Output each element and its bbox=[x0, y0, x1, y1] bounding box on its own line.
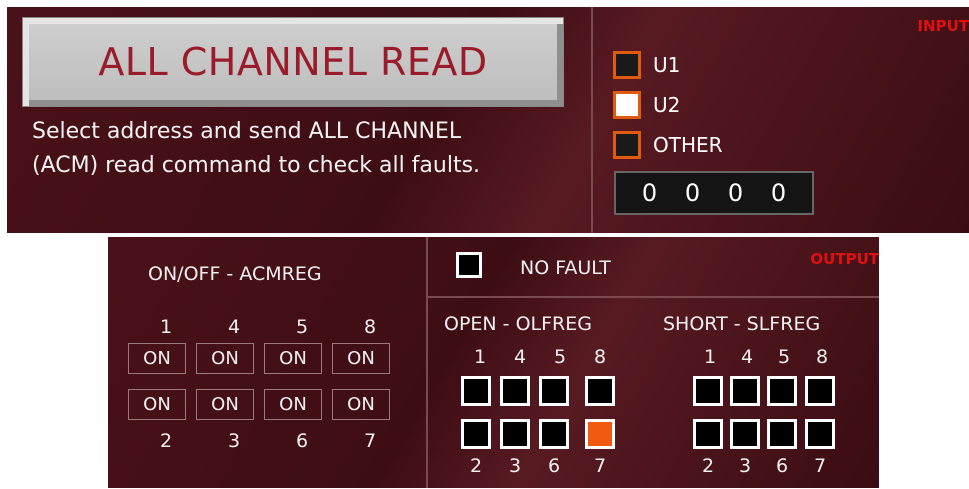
open-top-number: 1 bbox=[473, 346, 487, 368]
open-top-number: 5 bbox=[553, 346, 567, 368]
output-label: OUTPUT bbox=[810, 250, 879, 268]
short-top-number: 8 bbox=[815, 346, 829, 368]
input-panel: ALL CHANNEL READ Select address and send… bbox=[7, 7, 969, 233]
short-bottom-number: 7 bbox=[813, 455, 827, 477]
u2-checkbox[interactable] bbox=[613, 91, 641, 119]
open-bottom-number: 3 bbox=[508, 455, 522, 477]
acm-toggle-1[interactable]: ON bbox=[128, 343, 186, 374]
short-indicator-3 bbox=[730, 419, 760, 449]
option-u1[interactable]: U1 bbox=[613, 51, 680, 79]
acm-bottom-number: 2 bbox=[159, 430, 173, 452]
panel-divider bbox=[591, 7, 593, 233]
short-top-number: 4 bbox=[740, 346, 754, 368]
address-digit: 0 bbox=[641, 179, 658, 207]
input-label: INPUT bbox=[917, 17, 969, 35]
output-panel: ON/OFF - ACMREG 1 4 5 8 ON ON ON ON ON O… bbox=[108, 237, 879, 488]
open-indicator-3 bbox=[500, 419, 530, 449]
address-digit: 0 bbox=[770, 179, 787, 207]
acm-bottom-number: 6 bbox=[295, 430, 309, 452]
short-indicator-2 bbox=[693, 419, 723, 449]
acm-toggle-7[interactable]: ON bbox=[332, 389, 390, 420]
open-indicator-1 bbox=[461, 376, 491, 406]
acm-toggle-6[interactable]: ON bbox=[264, 389, 322, 420]
open-bottom-number: 7 bbox=[593, 455, 607, 477]
option-u2[interactable]: U2 bbox=[613, 91, 680, 119]
acm-toggle-2[interactable]: ON bbox=[128, 389, 186, 420]
open-indicator-7 bbox=[585, 419, 615, 449]
address-input[interactable]: 0 0 0 0 bbox=[614, 171, 814, 215]
acm-toggle-3[interactable]: ON bbox=[196, 389, 254, 420]
open-olfreg-title: OPEN - OLFREG bbox=[444, 313, 592, 335]
section-divider bbox=[428, 296, 879, 298]
short-indicator-7 bbox=[805, 419, 835, 449]
open-indicator-4 bbox=[500, 376, 530, 406]
description-line-2: (ACM) read command to check all faults. bbox=[32, 153, 481, 178]
all-channel-read-button[interactable]: ALL CHANNEL READ bbox=[22, 17, 564, 107]
open-indicator-5 bbox=[539, 376, 569, 406]
acmreg-title: ON/OFF - ACMREG bbox=[148, 263, 322, 285]
short-indicator-4 bbox=[730, 376, 760, 406]
short-indicator-8 bbox=[805, 376, 835, 406]
u1-label: U1 bbox=[653, 53, 681, 77]
short-slfreg-title: SHORT - SLFREG bbox=[663, 313, 821, 335]
other-label: OTHER bbox=[653, 133, 723, 157]
short-indicator-6 bbox=[767, 419, 797, 449]
open-top-number: 4 bbox=[513, 346, 527, 368]
short-bottom-number: 3 bbox=[738, 455, 752, 477]
section-divider bbox=[426, 237, 428, 488]
option-other[interactable]: OTHER bbox=[613, 131, 723, 159]
acm-bottom-number: 3 bbox=[227, 430, 241, 452]
short-top-number: 1 bbox=[703, 346, 717, 368]
no-fault-indicator bbox=[456, 252, 482, 278]
address-digit: 0 bbox=[684, 179, 701, 207]
short-bottom-number: 2 bbox=[701, 455, 715, 477]
acm-top-number: 1 bbox=[159, 316, 173, 338]
other-checkbox[interactable] bbox=[613, 131, 641, 159]
open-indicator-2 bbox=[461, 419, 491, 449]
no-fault-label: NO FAULT bbox=[520, 257, 611, 279]
open-indicator-8 bbox=[585, 376, 615, 406]
acm-toggle-5[interactable]: ON bbox=[264, 343, 322, 374]
u2-label: U2 bbox=[653, 93, 681, 117]
acm-toggle-8[interactable]: ON bbox=[332, 343, 390, 374]
acm-bottom-number: 7 bbox=[363, 430, 377, 452]
open-bottom-number: 6 bbox=[547, 455, 561, 477]
open-indicator-6 bbox=[539, 419, 569, 449]
open-bottom-number: 2 bbox=[469, 455, 483, 477]
short-top-number: 5 bbox=[777, 346, 791, 368]
open-top-number: 8 bbox=[593, 346, 607, 368]
acm-top-number: 8 bbox=[363, 316, 377, 338]
description-line-1: Select address and send ALL CHANNEL bbox=[32, 119, 462, 144]
acm-top-number: 4 bbox=[227, 316, 241, 338]
short-indicator-1 bbox=[693, 376, 723, 406]
short-bottom-number: 6 bbox=[775, 455, 789, 477]
u1-checkbox[interactable] bbox=[613, 51, 641, 79]
acm-toggle-4[interactable]: ON bbox=[196, 343, 254, 374]
address-digit: 0 bbox=[727, 179, 744, 207]
short-indicator-5 bbox=[767, 376, 797, 406]
acm-top-number: 5 bbox=[295, 316, 309, 338]
